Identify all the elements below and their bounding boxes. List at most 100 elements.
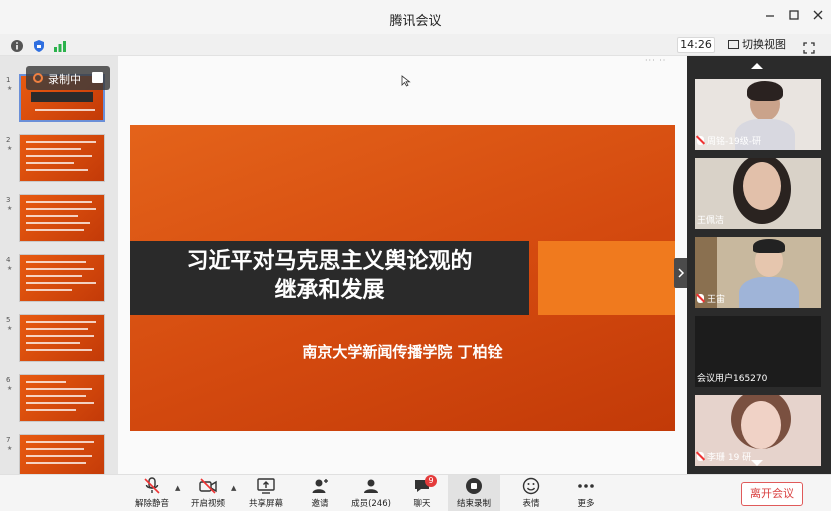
thumbnail-image <box>19 434 105 474</box>
participant-video-tile[interactable]: 周铭-19级-研 <box>695 79 821 150</box>
mic-off-icon <box>143 477 161 495</box>
thumbnail-star-icon: ★ <box>7 385 13 392</box>
signal-strength-icon[interactable] <box>53 38 67 52</box>
presentation-slide: 习近平对马克思主义舆论观的 继承和发展 南京大学新闻传播学院 丁柏铨 <box>130 125 675 431</box>
participant-video-tile[interactable]: 王佩洁 <box>695 158 821 229</box>
thumbnail-image <box>19 194 105 242</box>
chat-unread-badge: 9 <box>425 475 437 487</box>
unmute-button[interactable]: 解除静音 <box>134 477 170 511</box>
thumbnail-image <box>19 254 105 302</box>
share-screen-icon <box>257 477 275 495</box>
camera-off-icon <box>199 477 217 495</box>
emoji-button[interactable]: 表情 <box>517 477 545 511</box>
audio-options-chevron-icon[interactable]: ▲ <box>175 484 180 492</box>
more-label: 更多 <box>577 499 595 509</box>
chat-icon: 9 <box>413 475 437 495</box>
window-title: 腾讯会议 <box>389 14 442 29</box>
participant-video-tile[interactable]: 会议用户165270 <box>695 316 821 387</box>
mic-muted-icon <box>697 294 704 303</box>
slide-subtitle: 南京大学新闻传播学院 丁柏铨 <box>302 343 503 361</box>
security-shield-icon[interactable] <box>32 38 46 52</box>
recording-indicator[interactable]: 录制中 <box>26 66 110 90</box>
thumbnail-star-icon: ★ <box>7 325 13 332</box>
switch-view-label: 切换视图 <box>742 38 786 51</box>
shared-slide-area: ··· ·· 习近平对马克思主义舆论观的 继承和发展 南京大学新闻传播学院 丁柏… <box>118 56 687 474</box>
chat-button[interactable]: 9 聊天 <box>408 475 437 511</box>
thumbnail-number: 6 <box>6 376 11 384</box>
participant-name-label: 周铭-19级-研 <box>697 134 761 147</box>
mic-muted-icon <box>697 452 704 461</box>
members-label: 成员(246) <box>351 499 391 509</box>
video-options-chevron-icon[interactable]: ▲ <box>231 484 236 492</box>
chat-label: 聊天 <box>413 499 431 509</box>
more-dots-icon <box>577 477 595 495</box>
slide-title-line2: 继承和发展 <box>274 278 385 303</box>
mouse-cursor-icon <box>401 75 411 90</box>
scroll-down-icon[interactable] <box>750 459 764 470</box>
start-video-label: 开启视频 <box>190 499 225 509</box>
participant-video-tile[interactable]: 李珊 19 研 <box>695 395 821 466</box>
meeting-toolbar: 解除静音 ▲ 开启视频 ▲ 共享屏幕 邀请 成员(246) 9 聊天 结束录制 … <box>0 474 831 511</box>
thumbnail-number: 7 <box>6 436 11 444</box>
thumbnail-star-icon: ★ <box>7 145 13 152</box>
thumbnail-star-icon: ★ <box>7 445 13 452</box>
recording-icon <box>33 73 43 83</box>
share-screen-label: 共享屏幕 <box>248 499 283 509</box>
thumbnail-star-icon: ★ <box>7 205 13 212</box>
participant-name-label: 李珊 19 研 <box>697 450 751 463</box>
thumbnail-number: 3 <box>6 196 11 204</box>
slide-thumbnails-panel[interactable]: 1 ★ 2 ★ 3 ★ 4 ★ 5 ★ 6 ★ 7 ★ <box>0 56 118 474</box>
share-screen-button[interactable]: 共享屏幕 <box>246 477 286 511</box>
scroll-up-icon[interactable] <box>750 62 764 73</box>
meeting-info-icon[interactable] <box>10 38 24 52</box>
thumbnail-number: 4 <box>6 256 11 264</box>
recording-label: 录制中 <box>48 73 81 86</box>
emoji-icon <box>522 477 540 495</box>
end-recording-label: 结束录制 <box>456 499 491 509</box>
collapse-panel-button[interactable] <box>674 258 687 288</box>
slide-accent-block <box>538 241 675 315</box>
maximize-icon[interactable] <box>786 9 802 25</box>
leave-meeting-button[interactable]: 离开会议 <box>741 482 803 506</box>
start-video-button[interactable]: 开启视频 <box>188 477 228 511</box>
participant-name-label: 会议用户165270 <box>697 374 768 384</box>
meeting-clock: 14:26 <box>677 37 715 53</box>
view-options-icon[interactable]: ··· ·· <box>645 56 666 65</box>
thumbnail-image <box>19 314 105 362</box>
stop-recording-icon[interactable] <box>92 72 103 83</box>
slide-thumbnail[interactable]: 5 ★ <box>0 314 118 370</box>
members-button[interactable]: 成员(246) <box>350 477 392 511</box>
slide-thumbnail[interactable]: 2 ★ <box>0 134 118 190</box>
info-bar: 14:26 切换视图 <box>0 34 831 56</box>
thumbnail-image <box>19 374 105 422</box>
end-recording-button[interactable]: 结束录制 <box>454 477 494 511</box>
mic-muted-icon <box>697 136 704 145</box>
close-icon[interactable] <box>810 9 826 25</box>
participant-name-label: 王宙 <box>697 292 725 305</box>
invite-label: 邀请 <box>311 499 329 509</box>
members-icon <box>362 477 380 495</box>
slide-title-line1: 习近平对马克思主义舆论观的 <box>186 249 473 274</box>
title-bar: 腾讯会议 <box>0 0 831 34</box>
participant-video-tile[interactable]: 王宙 <box>695 237 821 308</box>
add-user-icon <box>311 477 329 495</box>
thumbnail-star-icon: ★ <box>7 265 13 272</box>
invite-button[interactable]: 邀请 <box>306 477 334 511</box>
slide-thumbnail[interactable]: 7 ★ <box>0 434 118 474</box>
minimize-icon[interactable] <box>762 9 778 25</box>
switch-view-icon <box>728 40 739 49</box>
slide-thumbnail[interactable]: 3 ★ <box>0 194 118 250</box>
participant-name-label: 王佩洁 <box>697 216 725 226</box>
slide-thumbnail[interactable]: 4 ★ <box>0 254 118 310</box>
switch-view-button[interactable]: 切换视图 <box>728 37 786 53</box>
thumbnail-image <box>19 134 105 182</box>
emoji-label: 表情 <box>522 499 540 509</box>
fullscreen-icon[interactable] <box>803 39 815 54</box>
unmute-label: 解除静音 <box>134 499 169 509</box>
slide-title: 习近平对马克思主义舆论观的 继承和发展 <box>130 247 529 305</box>
tencent-meeting-window: 腾讯会议 14:26 切换视图 1 ★ 2 ★ 3 ★ 4 ★ 5 ★ 6 ★ … <box>0 0 831 511</box>
more-button[interactable]: 更多 <box>572 477 600 511</box>
slide-thumbnail[interactable]: 6 ★ <box>0 374 118 430</box>
thumbnail-number: 5 <box>6 316 11 324</box>
stop-record-icon <box>465 477 483 495</box>
